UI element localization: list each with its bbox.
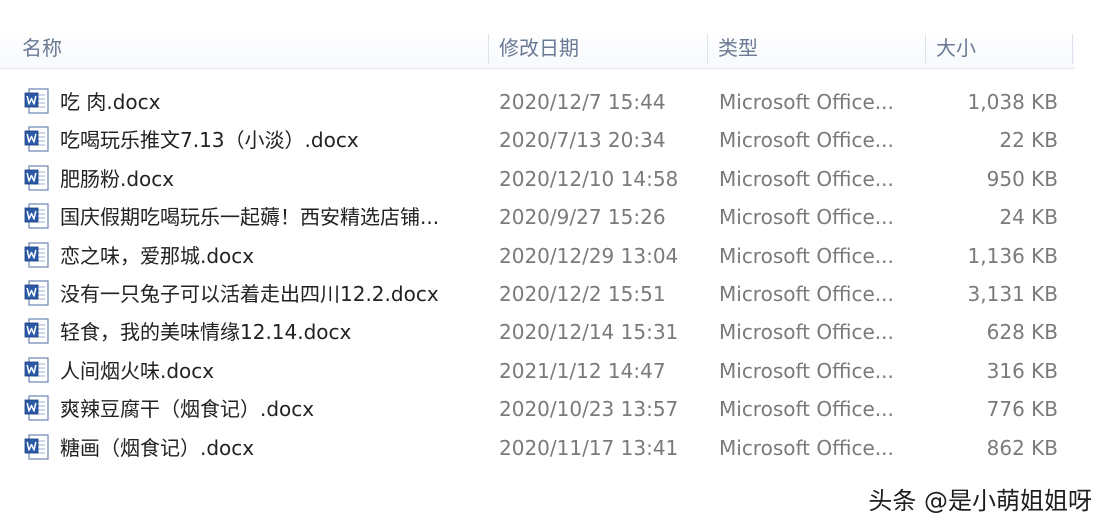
file-row[interactable]: 恋之味，爱那城.docx 2020/12/29 13:04 Microsoft … — [0, 237, 1108, 275]
column-header-name[interactable]: 名称 — [22, 28, 62, 68]
column-header-date[interactable]: 修改日期 — [499, 28, 579, 68]
file-date: 2020/12/29 13:04 — [499, 243, 679, 268]
file-size: 776 KB — [986, 397, 1058, 422]
file-name: 国庆假期吃喝玩乐一起薅！西安精选店铺... — [60, 205, 440, 230]
file-size: 950 KB — [986, 166, 1058, 191]
column-header-bar: 名称 修改日期 类型 大小 — [0, 28, 1075, 69]
word-document-icon — [24, 395, 50, 422]
column-header-type[interactable]: 类型 — [718, 28, 758, 68]
column-divider[interactable] — [925, 34, 926, 64]
file-row[interactable]: 吃 肉.docx 2020/12/7 15:44 Microsoft Offic… — [0, 83, 1108, 121]
file-type: Microsoft Office... — [719, 166, 894, 191]
file-name: 轻食，我的美味情缘12.14.docx — [60, 320, 352, 345]
word-document-icon — [24, 433, 50, 461]
word-document-icon — [24, 318, 50, 345]
word-document-icon — [24, 165, 50, 192]
file-type: Microsoft Office... — [719, 397, 894, 422]
file-row[interactable]: 肥肠粉.docx 2020/12/10 14:58 Microsoft Offi… — [0, 160, 1108, 198]
file-date: 2020/11/17 13:41 — [499, 435, 679, 460]
word-document-icon — [24, 357, 50, 384]
file-size: 1,038 KB — [967, 90, 1058, 114]
file-type: Microsoft Office... — [719, 281, 894, 306]
word-document-icon — [24, 203, 50, 230]
column-divider[interactable] — [488, 34, 489, 64]
file-explorer: 名称 修改日期 类型 大小 吃 肉.docx 2020/12/7 15:44 M… — [0, 0, 1108, 528]
file-name: 没有一只兔子可以活着走出四川12.2.docx — [60, 281, 439, 306]
file-size: 862 KB — [986, 435, 1058, 460]
file-date: 2020/7/13 20:34 — [499, 128, 666, 153]
file-date: 2020/12/2 15:51 — [499, 281, 666, 306]
file-size: 316 KB — [986, 358, 1058, 383]
file-type: Microsoft Office... — [719, 128, 894, 153]
file-date: 2020/12/14 15:31 — [499, 320, 679, 345]
file-date: 2020/10/23 13:57 — [499, 397, 679, 422]
file-size: 1,136 KB — [967, 243, 1058, 268]
file-name: 人间烟火味.docx — [60, 358, 215, 383]
file-date: 2020/12/7 15:44 — [499, 90, 666, 114]
file-type: Microsoft Office... — [719, 320, 894, 345]
file-size: 24 KB — [999, 205, 1058, 230]
file-type: Microsoft Office... — [719, 435, 894, 460]
file-name: 吃喝玩乐推文7.13（小淡）.docx — [60, 128, 359, 153]
file-row[interactable]: 国庆假期吃喝玩乐一起薅！西安精选店铺... 2020/9/27 15:26 Mi… — [0, 198, 1108, 236]
file-name: 吃 肉.docx — [60, 90, 161, 114]
word-document-icon — [24, 241, 50, 269]
file-row[interactable]: 轻食，我的美味情缘12.14.docx 2020/12/14 15:31 Mic… — [0, 313, 1108, 351]
file-name: 恋之味，爱那城.docx — [60, 243, 255, 268]
file-row[interactable]: 吃喝玩乐推文7.13（小淡）.docx 2020/7/13 20:34 Micr… — [0, 121, 1108, 159]
file-type: Microsoft Office... — [719, 90, 894, 114]
file-name: 肥肠粉.docx — [60, 166, 175, 191]
word-document-icon — [24, 88, 50, 115]
file-type: Microsoft Office... — [719, 358, 894, 383]
column-header-size[interactable]: 大小 — [936, 28, 976, 68]
file-type: Microsoft Office... — [719, 243, 894, 268]
file-size: 628 KB — [986, 320, 1058, 345]
file-row[interactable]: 爽辣豆腐干（烟食记）.docx 2020/10/23 13:57 Microso… — [0, 390, 1108, 428]
file-size: 22 KB — [999, 128, 1058, 153]
file-date: 2020/9/27 15:26 — [499, 205, 666, 230]
file-size: 3,131 KB — [967, 281, 1058, 306]
file-name: 糖画（烟食记）.docx — [60, 435, 255, 460]
column-divider[interactable] — [1072, 34, 1073, 64]
watermark-text: 头条 @是小萌姐姐呀 — [868, 487, 1092, 515]
file-row[interactable]: 糖画（烟食记）.docx 2020/11/17 13:41 Microsoft … — [0, 429, 1108, 467]
file-name: 爽辣豆腐干（烟食记）.docx — [60, 397, 315, 422]
file-row[interactable]: 人间烟火味.docx 2021/1/12 14:47 Microsoft Off… — [0, 352, 1108, 390]
file-row[interactable]: 没有一只兔子可以活着走出四川12.2.docx 2020/12/2 15:51 … — [0, 275, 1108, 313]
word-document-icon — [24, 126, 50, 153]
column-divider[interactable] — [707, 34, 708, 64]
word-document-icon — [24, 280, 50, 307]
file-type: Microsoft Office... — [719, 205, 894, 230]
file-list: 吃 肉.docx 2020/12/7 15:44 Microsoft Offic… — [0, 83, 1108, 467]
file-date: 2020/12/10 14:58 — [499, 166, 679, 191]
file-date: 2021/1/12 14:47 — [499, 358, 666, 383]
